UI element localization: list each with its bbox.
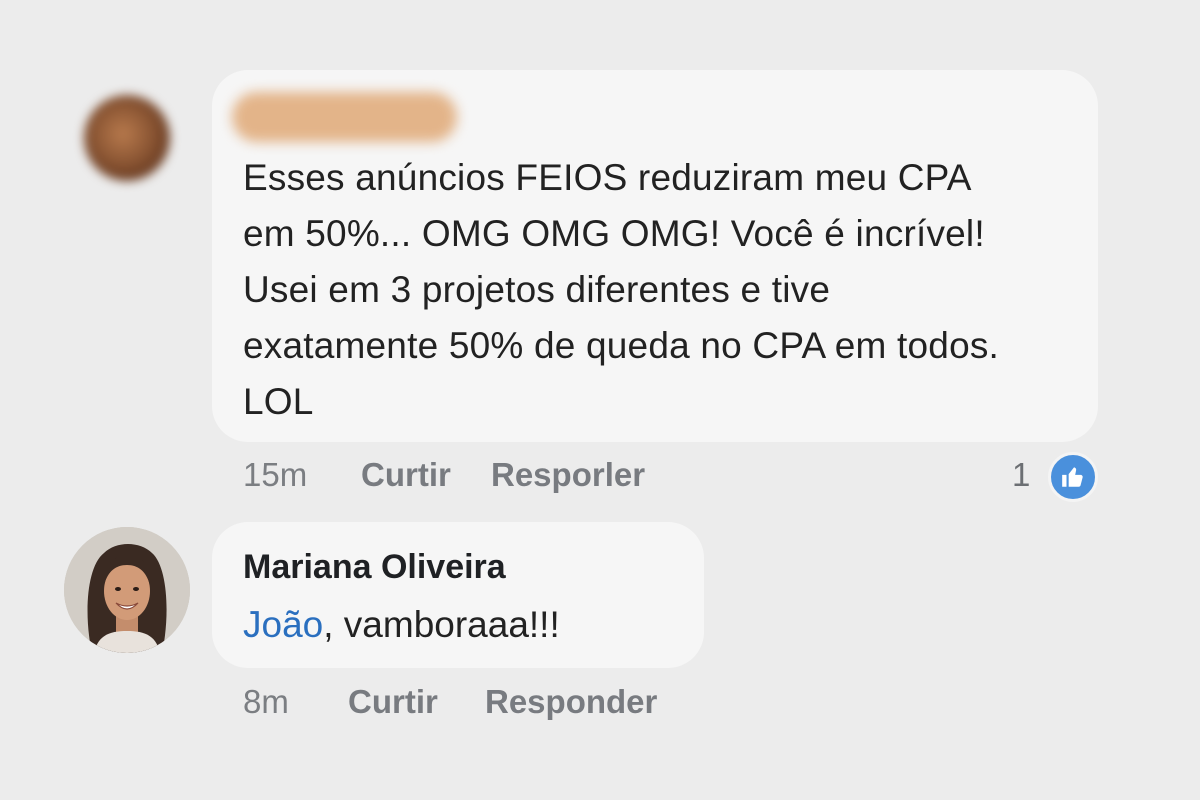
comment-text: Esses anúncios FEIOS reduziram meu CPA e… <box>243 150 1093 430</box>
comment-text-line: Usei em 3 projetos diferentes e tive <box>243 269 831 310</box>
author-name[interactable]: Mariana Oliveira <box>243 548 506 587</box>
redacted-author-name[interactable] <box>232 92 457 142</box>
reply-button-label: Responder <box>485 683 658 720</box>
thumbs-up-icon[interactable] <box>1048 452 1098 502</box>
like-button-label: Curtir <box>361 456 451 493</box>
like-button[interactable]: Curtir <box>361 456 451 494</box>
comment-timestamp[interactable]: 15m <box>243 456 307 494</box>
comment-timestamp[interactable]: 8m <box>243 683 289 721</box>
reply-button[interactable]: Responder <box>485 683 657 721</box>
comment-text-line: exatamente 50% de queda no CPA em todos. <box>243 325 1000 366</box>
like-button-label: Curtir <box>348 683 438 720</box>
like-button[interactable]: Curtir <box>348 683 438 721</box>
blurred-avatar[interactable] <box>84 95 170 181</box>
comment-text-line: LOL <box>243 381 314 422</box>
comment-text: João, vamboraaa!!! <box>243 604 560 646</box>
mention-link[interactable]: João <box>243 604 323 645</box>
user-photo-avatar[interactable] <box>64 527 190 653</box>
comment-bubble <box>212 522 704 668</box>
reply-button-label: Resporler <box>491 456 646 493</box>
comment-text-line: Esses anúncios FEIOS reduziram meu CPA <box>243 157 972 198</box>
comment-text-line: em 50%... OMG OMG OMG! Você é incrível! <box>243 213 985 254</box>
comment-text-rest: , vamboraaa!!! <box>323 604 560 645</box>
reply-button[interactable]: Resporler <box>491 456 645 494</box>
reaction-count[interactable]: 1 <box>1012 456 1030 494</box>
